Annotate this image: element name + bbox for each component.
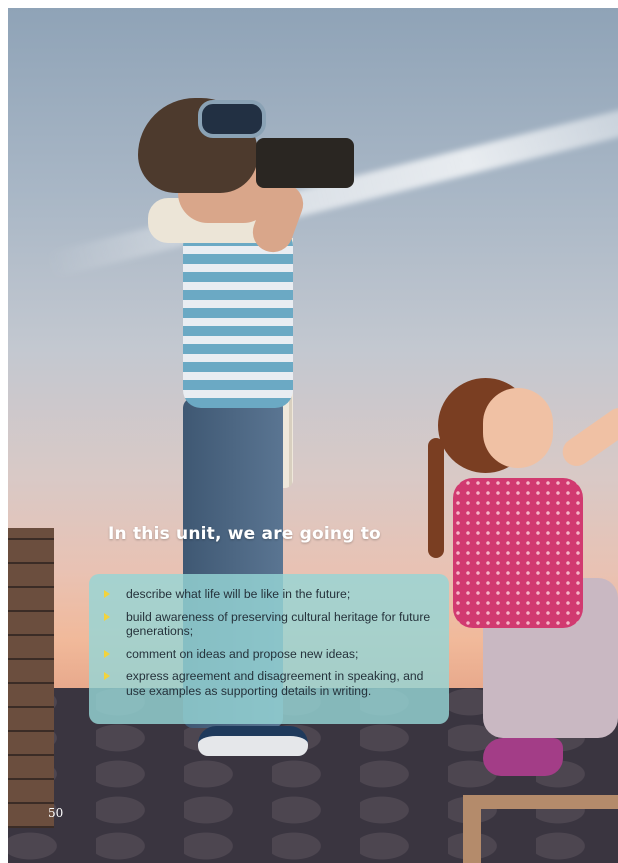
objective-item: express agreement and disagreement in sp… <box>99 669 437 698</box>
page-number: 50 <box>48 806 64 820</box>
chimney-illustration <box>8 528 54 828</box>
triangle-bullet-icon <box>104 672 110 680</box>
triangle-bullet-icon <box>104 649 110 658</box>
objective-item: build awareness of preserving cultural h… <box>99 610 437 639</box>
triangle-bullet-icon <box>104 590 110 598</box>
unit-goals-heading: In this unit, we are going to <box>108 524 381 544</box>
objective-item: comment on ideas and propose new ideas; <box>99 647 437 662</box>
objective-text: express agreement and disagreement in sp… <box>126 669 424 698</box>
objective-text: describe what life will be like in the f… <box>126 587 351 601</box>
binoculars-icon <box>256 138 354 188</box>
triangle-bullet-icon <box>104 612 110 621</box>
objective-item: describe what life will be like in the f… <box>99 587 437 602</box>
girl-pointing-illustration <box>428 378 618 808</box>
objectives-box: describe what life will be like in the f… <box>89 574 449 724</box>
unit-opener-page <box>8 8 618 863</box>
objectives-list: describe what life will be like in the f… <box>99 587 437 698</box>
objective-text: comment on ideas and propose new ideas; <box>126 646 359 661</box>
objective-text: build awareness of preserving cultural h… <box>126 609 431 639</box>
